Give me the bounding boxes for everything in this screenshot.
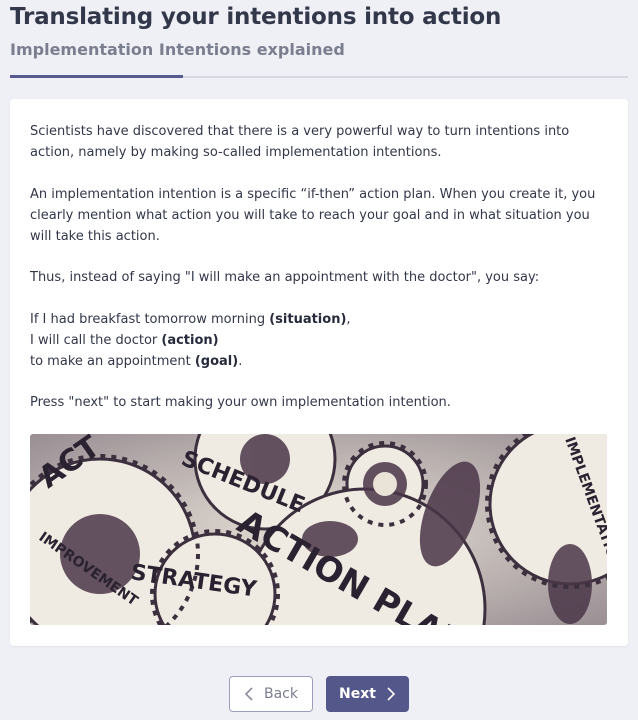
intro-paragraph: Scientists have discovered that there is… (30, 124, 570, 160)
back-button-label: Back (264, 686, 298, 702)
content-card: Scientists have discovered that there is… (10, 99, 628, 646)
page-subtitle: Implementation Intentions explained (10, 40, 345, 59)
progress-bar (10, 75, 628, 78)
chevron-left-icon (244, 687, 253, 701)
gears-illustration: ACT SCHEDULE IMPLEMENTATION IMPROVEMENT … (30, 434, 607, 625)
action-plan-gears-image: ACT SCHEDULE IMPLEMENTATION IMPROVEMENT … (30, 434, 607, 625)
example-paragraph: If I had breakfast tomorrow morning (sit… (30, 309, 610, 372)
instead-paragraph: Thus, instead of saying "I will make an … (30, 270, 540, 285)
goal-tag: (goal) (194, 354, 239, 369)
navigation-footer: Back Next (0, 646, 638, 720)
action-tag: (action) (161, 333, 219, 348)
page-title: Translating your intentions into action (10, 4, 502, 30)
next-button[interactable]: Next (326, 676, 409, 712)
next-button-label: Next (339, 686, 376, 702)
example-line-goal: to make an appointment (goal). (30, 354, 243, 369)
progress-bar-fill (10, 75, 184, 78)
page-header: Translating your intentions into action … (0, 0, 638, 90)
chevron-right-icon (387, 687, 396, 701)
instruction-paragraph: Press "next" to start making your own im… (30, 395, 451, 410)
example-line-situation: If I had breakfast tomorrow morning (sit… (30, 312, 351, 327)
back-button[interactable]: Back (229, 676, 313, 712)
situation-tag: (situation) (269, 312, 347, 327)
definition-paragraph: An implementation intention is a specifi… (30, 187, 596, 244)
example-line-action: I will call the doctor (action) (30, 333, 219, 348)
